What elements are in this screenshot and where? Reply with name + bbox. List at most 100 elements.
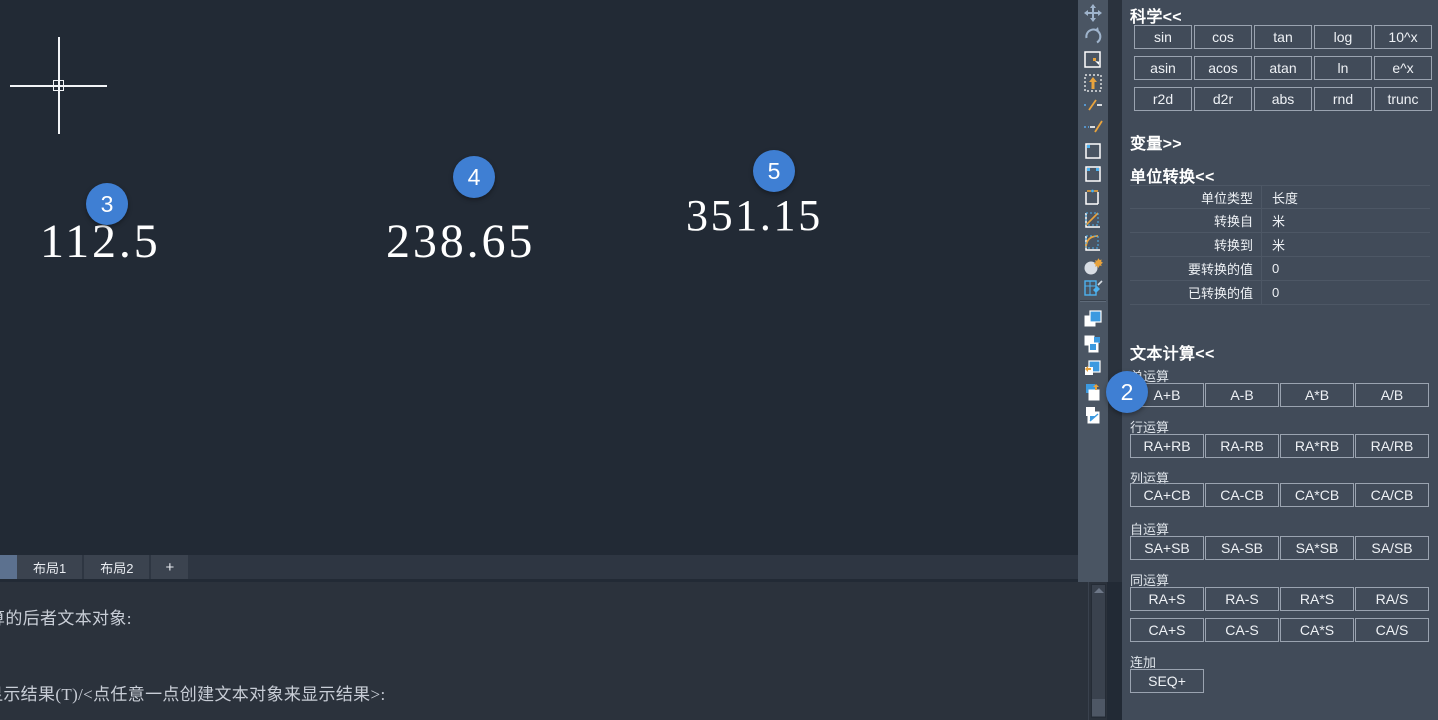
tab-layout1[interactable]: 布局1: [17, 555, 83, 579]
calc-button-ca-minus-s[interactable]: CA-S: [1205, 618, 1279, 642]
sci-button-log[interactable]: log: [1314, 25, 1372, 49]
scroll-up-arrow-icon[interactable]: [1094, 588, 1104, 593]
layer-back-icon[interactable]: [1082, 333, 1104, 355]
unit-row-key: 要转换的值: [1130, 257, 1262, 280]
calc-button-ra-plus-rb[interactable]: RA+RB: [1130, 434, 1204, 458]
unit-row-value[interactable]: 0: [1262, 257, 1430, 280]
section-header-variables[interactable]: 变量>>: [1130, 130, 1182, 154]
trim-line-icon[interactable]: [1082, 94, 1104, 116]
calc-button-ra-minus-s[interactable]: RA-S: [1205, 587, 1279, 611]
calc-button-sa-times-sb[interactable]: SA*SB: [1280, 536, 1354, 560]
unit-row-value[interactable]: 长度: [1262, 186, 1430, 208]
crosshair-pickbox: [53, 80, 64, 91]
toolbar-divider: [1080, 300, 1106, 302]
add-layout-button[interactable]: +: [151, 555, 189, 579]
calc-button-ca-div-cb[interactable]: CA/CB: [1355, 483, 1429, 507]
sci-button-asin[interactable]: asin: [1134, 56, 1192, 80]
sci-button-epow[interactable]: e^x: [1374, 56, 1432, 80]
section-header-text-calc[interactable]: 文本计算<<: [1130, 340, 1215, 364]
scrollbar-track[interactable]: [1091, 584, 1106, 718]
sci-button-trunc[interactable]: trunc: [1374, 87, 1432, 111]
section-header-unit-conversion[interactable]: 单位转换<<: [1130, 163, 1215, 187]
calc-button-ca-plus-cb[interactable]: CA+CB: [1130, 483, 1204, 507]
table-row[interactable]: 转换到 米: [1130, 233, 1430, 257]
calc-button-ra-div-s[interactable]: RA/S: [1355, 587, 1429, 611]
unit-row-value[interactable]: 米: [1262, 209, 1430, 232]
paint-match-icon[interactable]: [1082, 278, 1104, 300]
sci-button-rnd[interactable]: rnd: [1314, 87, 1372, 111]
tab-model-active[interactable]: [0, 555, 17, 579]
copy-region-icon[interactable]: [1082, 49, 1104, 71]
tab-layout2[interactable]: 布局2: [84, 555, 150, 579]
section-header-science[interactable]: 科学<<: [1130, 3, 1182, 27]
layer-down-icon[interactable]: [1082, 381, 1104, 403]
unit-row-key: 转换自: [1130, 209, 1262, 232]
layer-edit-icon[interactable]: [1082, 404, 1104, 426]
calc-button-seq-plus[interactable]: SEQ+: [1130, 669, 1204, 693]
toolbar-separator: [1108, 0, 1122, 582]
calc-button-a-div-b[interactable]: A/B: [1355, 383, 1429, 407]
fillet-arc-icon[interactable]: [1082, 232, 1104, 254]
table-row[interactable]: 已转换的值 0: [1130, 281, 1430, 305]
dimension-value[interactable]: 351.15: [686, 190, 823, 241]
calc-button-a-times-b[interactable]: A*B: [1280, 383, 1354, 407]
calc-button-ra-plus-s[interactable]: RA+S: [1130, 587, 1204, 611]
step-badge-3: 3: [86, 183, 128, 225]
calc-button-ra-div-rb[interactable]: RA/RB: [1355, 434, 1429, 458]
rotate-icon[interactable]: [1082, 25, 1104, 47]
command-window-gutter: [1107, 582, 1122, 720]
calc-button-sa-minus-sb[interactable]: SA-SB: [1205, 536, 1279, 560]
calc-button-sa-div-sb[interactable]: SA/SB: [1355, 536, 1429, 560]
sci-button-acos[interactable]: acos: [1194, 56, 1252, 80]
rectangle-corner-icon[interactable]: [1082, 163, 1104, 185]
sci-button-sin[interactable]: sin: [1134, 25, 1192, 49]
unit-row-value[interactable]: 米: [1262, 233, 1430, 256]
sci-button-cos[interactable]: cos: [1194, 25, 1252, 49]
layout-tab-bar[interactable]: 布局1 布局2 +: [0, 555, 1078, 579]
drawing-canvas[interactable]: 112.5 238.65 351.15: [0, 0, 1078, 555]
calc-button-ca-times-s[interactable]: CA*S: [1280, 618, 1354, 642]
unit-conversion-table: 单位类型 长度 转换自 米 转换到 米 要转换的值 0 已转换的值 0: [1130, 185, 1430, 305]
table-row[interactable]: 单位类型 长度: [1130, 185, 1430, 209]
table-row[interactable]: 要转换的值 0: [1130, 257, 1430, 281]
calc-button-ra-minus-rb[interactable]: RA-RB: [1205, 434, 1279, 458]
calc-button-a-minus-b[interactable]: A-B: [1205, 383, 1279, 407]
calc-button-ra-times-rb[interactable]: RA*RB: [1280, 434, 1354, 458]
command-line-window[interactable]: 算的后者文本对象: 显示结果(T)/<点任意一点创建文本对象来显示结果>:: [0, 582, 1088, 720]
command-history-line: 算的后者文本对象:: [0, 609, 132, 628]
calc-button-ca-minus-cb[interactable]: CA-CB: [1205, 483, 1279, 507]
fillet-diagonal-icon[interactable]: [1082, 209, 1104, 231]
extrude-up-icon[interactable]: [1082, 72, 1104, 94]
move-icon[interactable]: [1082, 2, 1104, 24]
dimension-value[interactable]: 238.65: [386, 214, 535, 269]
chamfer-icon[interactable]: [1082, 186, 1104, 208]
sci-button-10pow[interactable]: 10^x: [1374, 25, 1432, 49]
sci-button-ln[interactable]: ln: [1314, 56, 1372, 80]
calc-button-ca-plus-s[interactable]: CA+S: [1130, 618, 1204, 642]
scrollbar-thumb[interactable]: [1092, 699, 1105, 716]
step-badge-5: 5: [753, 150, 795, 192]
explode-icon[interactable]: [1082, 255, 1104, 277]
layer-up-icon[interactable]: [1082, 357, 1104, 379]
calc-button-ra-times-s[interactable]: RA*S: [1280, 587, 1354, 611]
modify-tool-strip[interactable]: [1078, 0, 1108, 582]
sci-button-r2d[interactable]: r2d: [1134, 87, 1192, 111]
table-row[interactable]: 转换自 米: [1130, 209, 1430, 233]
layer-front-icon[interactable]: [1082, 308, 1104, 330]
calc-button-ca-div-s[interactable]: CA/S: [1355, 618, 1429, 642]
unit-row-value[interactable]: 0: [1262, 281, 1430, 304]
step-badge-2: 2: [1106, 371, 1148, 413]
unit-row-key: 单位类型: [1130, 186, 1262, 208]
calc-button-sa-plus-sb[interactable]: SA+SB: [1130, 536, 1204, 560]
rectangle-icon[interactable]: [1082, 140, 1104, 162]
sci-button-tan[interactable]: tan: [1254, 25, 1312, 49]
calc-button-ca-times-cb[interactable]: CA*CB: [1280, 483, 1354, 507]
unit-row-key: 转换到: [1130, 233, 1262, 256]
sci-button-abs[interactable]: abs: [1254, 87, 1312, 111]
tab-bar-filler: [190, 555, 1078, 579]
calculator-panel: 科学<< sin cos tan log 10^x asin acos atan…: [1122, 0, 1438, 720]
command-window-scrollbar[interactable]: [1088, 582, 1107, 720]
sci-button-d2r[interactable]: d2r: [1194, 87, 1252, 111]
extend-line-icon[interactable]: [1082, 116, 1104, 138]
sci-button-atan[interactable]: atan: [1254, 56, 1312, 80]
